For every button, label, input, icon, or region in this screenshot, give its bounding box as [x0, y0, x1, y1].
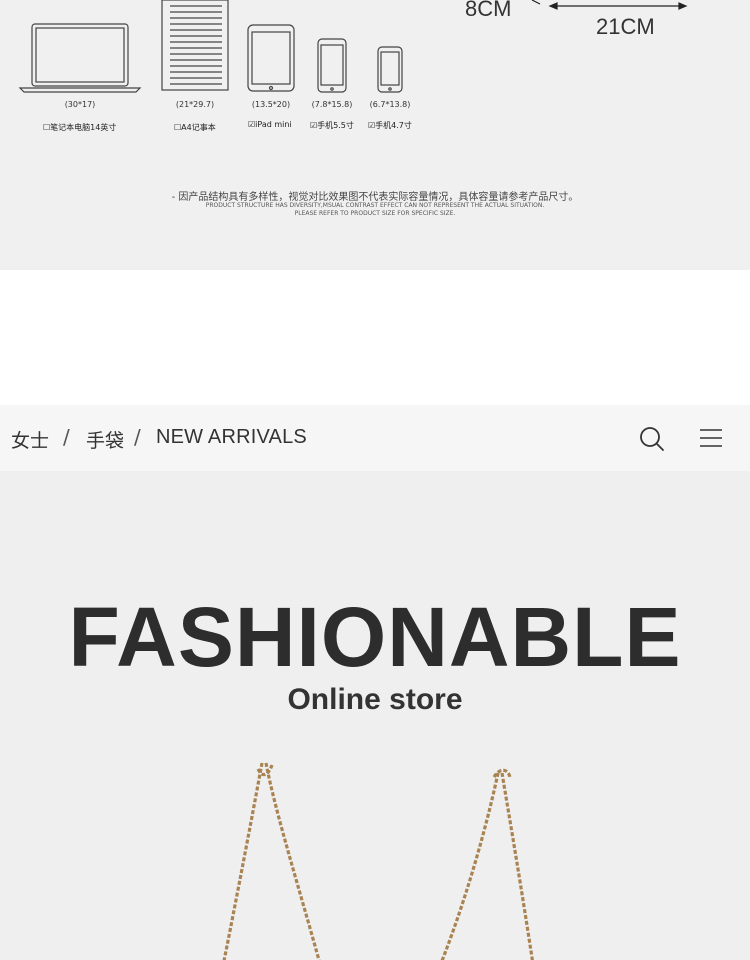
search-icon	[640, 427, 664, 451]
device-label: ☑iPad mini	[248, 120, 292, 129]
device-size: (13.5*20)	[251, 100, 291, 109]
hero-banner: FASHIONABLE Online store	[0, 471, 750, 960]
breadcrumb-separator: /	[134, 425, 141, 449]
device-label: ☐A4记事本	[174, 123, 216, 132]
device-size: (30*17)	[64, 100, 96, 109]
width-dimension-label: 21CM	[596, 14, 655, 39]
dimension-arrow	[531, 0, 688, 10]
breadcrumb-separator: /	[63, 425, 70, 449]
size-comparison-image: 8CM 21CM (30*17) (21*29.7) (13.5*20) (7.…	[0, 0, 750, 270]
device-label: ☑手机5.5寸	[310, 121, 354, 130]
bag-chain-straps	[222, 762, 534, 960]
menu-icon	[700, 429, 722, 447]
notebook-icon	[161, 0, 229, 91]
device-size: (21*29.7)	[175, 100, 215, 109]
capacity-note-en-line: PLEASE REFER TO PRODUCT SIZE FOR SPECIFI…	[294, 210, 456, 217]
device-label: ☐笔记本电脑14英寸	[43, 123, 117, 132]
device-label: ☑手机4.7寸	[368, 121, 412, 130]
search-button[interactable]	[638, 425, 666, 453]
tablet-icon	[247, 24, 295, 92]
phone-icon	[377, 46, 403, 93]
device-size: (6.7*13.8)	[369, 100, 411, 109]
breadcrumb-item-current: NEW ARRIVALS	[156, 426, 307, 448]
breadcrumb-item-women[interactable]: 女士	[11, 426, 49, 453]
capacity-note-cn: - 因产品结构具有多样性，视觉对比效果图不代表实际容量情况，具体容量请参考产品尺…	[171, 192, 579, 203]
device-outlines	[18, 0, 688, 93]
capacity-note-en: PRODUCT STRUCTURE HAS DIVERSITY,MSUAL CO…	[150, 202, 600, 218]
breadcrumb-item-handbags[interactable]: 手袋	[86, 426, 124, 453]
breadcrumb: 女士 / 手袋 / NEW ARRIVALS	[0, 405, 750, 471]
laptop-icon	[18, 23, 142, 93]
capacity-note-en-line: PRODUCT STRUCTURE HAS DIVERSITY,MSUAL CO…	[205, 202, 545, 209]
menu-button[interactable]	[697, 425, 725, 453]
phone-icon	[317, 38, 347, 93]
height-dimension-label: 8CM	[465, 0, 512, 21]
